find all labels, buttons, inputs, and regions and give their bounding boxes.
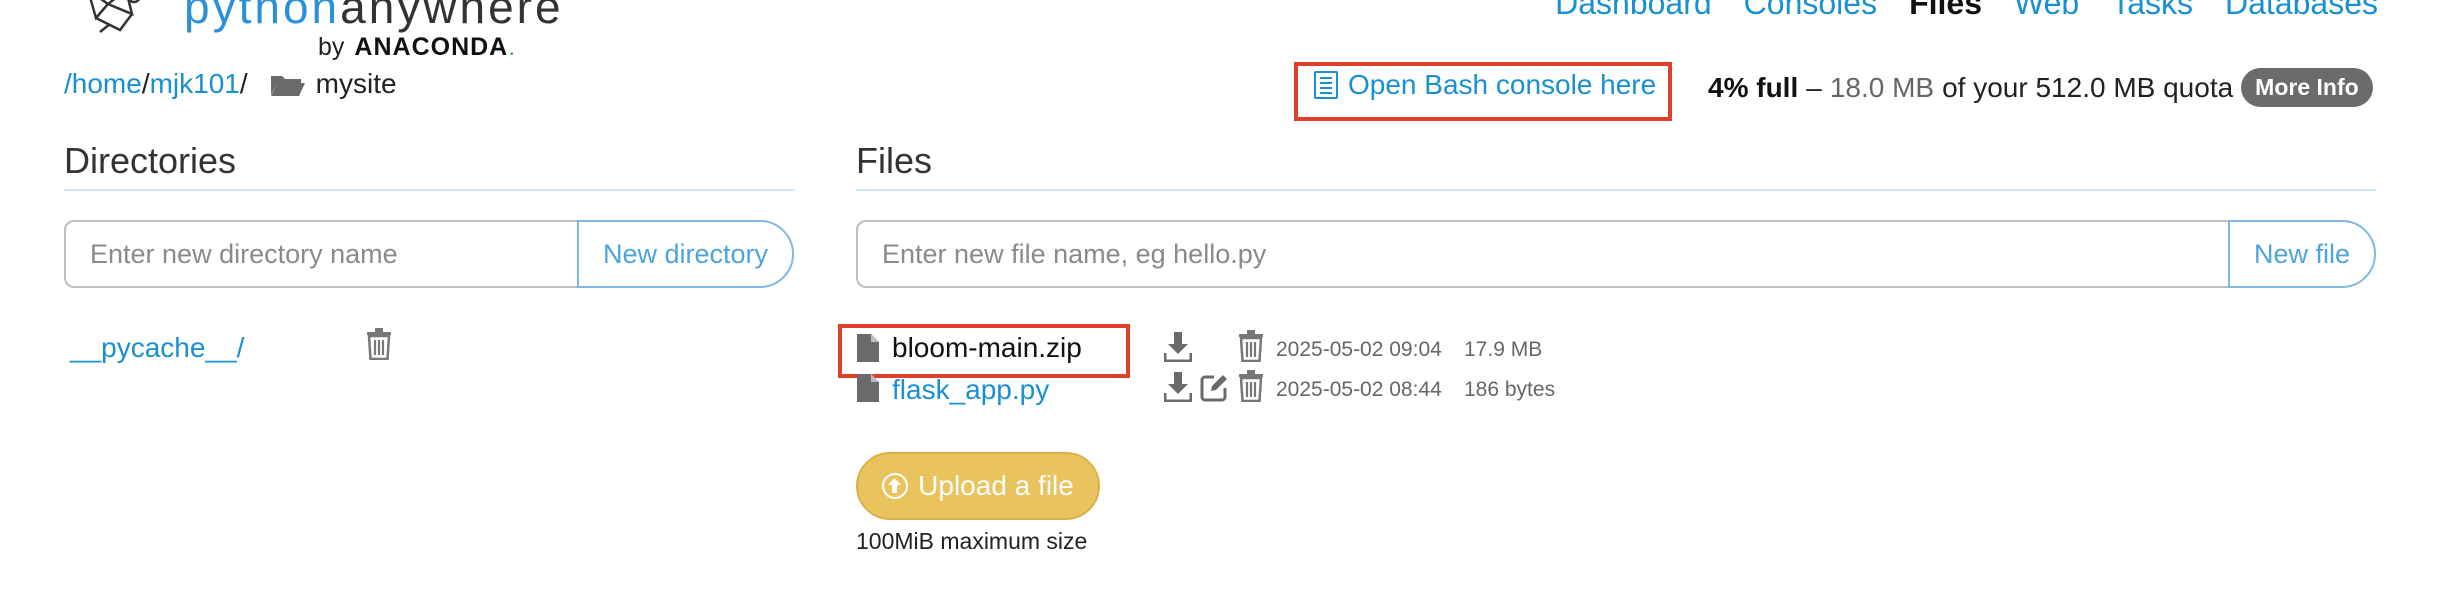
logo-text: pythonanywhere [184,0,564,30]
delete-file-icon[interactable] [1238,370,1264,402]
delete-file-icon[interactable] [1238,330,1264,362]
nav-consoles[interactable]: Consoles [1744,0,1877,22]
directory-item[interactable]: __pycache__/ [70,332,244,364]
breadcrumb-home[interactable]: /home [64,68,142,100]
upload-file-label: Upload a file [918,470,1074,501]
edit-icon[interactable] [1200,374,1228,402]
file-size: 17.9 MB [1464,338,1543,361]
logo-brand: ANACONDA [354,33,509,61]
quota-total: of your 512.0 MB quota [1942,71,2234,103]
logo-by: by [318,33,345,61]
breadcrumb-separator: / [239,68,248,99]
file-icon [857,334,879,362]
open-bash-console-link[interactable]: Open Bash console here [1314,69,1656,101]
files-divider [856,189,2376,191]
delete-directory-icon[interactable] [366,328,392,360]
logo-anywhere: anywhere [340,0,564,33]
upload-file-button[interactable]: Upload a file [856,452,1100,520]
breadcrumb: /home / mjk101/ mysite [64,68,397,100]
new-file-button[interactable]: New file [2227,220,2376,288]
quota-percent: 4% full [1708,71,1799,103]
nav-tasks[interactable]: Tasks [2111,0,2193,22]
logo-dot: . [508,33,516,61]
files-heading: Files [856,140,933,181]
nav-dashboard[interactable]: Dashboard [1555,0,1712,22]
new-file-form: New file [856,220,2376,288]
breadcrumb-separator: / [141,68,150,99]
more-info-button[interactable]: More Info [2241,68,2373,107]
file-name[interactable]: bloom-main.zip [892,332,1082,364]
nav-web[interactable]: Web [2014,0,2079,22]
open-bash-console-label: Open Bash console here [1348,69,1657,100]
breadcrumb-current: mysite [315,68,397,99]
quota-info: 4% full – 18.0 MB of your 512.0 MB quota… [1708,68,2373,107]
file-modified-date: 2025-05-02 09:04 [1276,338,1442,361]
new-directory-input[interactable] [64,220,577,288]
file-modified-date: 2025-05-02 08:44 [1276,378,1442,401]
file-name[interactable]: flask_app.py [892,374,1049,406]
new-directory-form: New directory [64,220,794,288]
download-icon[interactable] [1164,332,1192,362]
file-icon [857,374,879,402]
nav-databases[interactable]: Databases [2225,0,2378,22]
upload-icon [882,473,909,499]
quota-dash: – [1806,71,1822,103]
top-nav: Dashboard Consoles Files Web Tasks Datab… [1555,0,2378,22]
console-icon [1314,71,1338,99]
folder-open-icon [270,76,305,96]
directories-heading: Directories [64,140,237,181]
directories-divider [64,189,794,191]
new-directory-button[interactable]: New directory [576,220,794,288]
download-icon[interactable] [1164,372,1192,402]
logo-byline: by ANACONDA. [318,33,515,62]
logo-python: python [184,0,341,33]
new-file-input[interactable] [856,220,2228,288]
upload-size-note: 100MiB maximum size [856,528,1088,554]
file-size: 186 bytes [1464,378,1556,401]
nav-files[interactable]: Files [1909,0,1982,22]
pythonanywhere-logo-icon [89,0,141,33]
breadcrumb-user[interactable]: mjk101 [150,68,240,100]
quota-used: 18.0 MB [1829,71,1935,103]
logo[interactable]: pythonanywhere by ANACONDA. [80,0,561,68]
